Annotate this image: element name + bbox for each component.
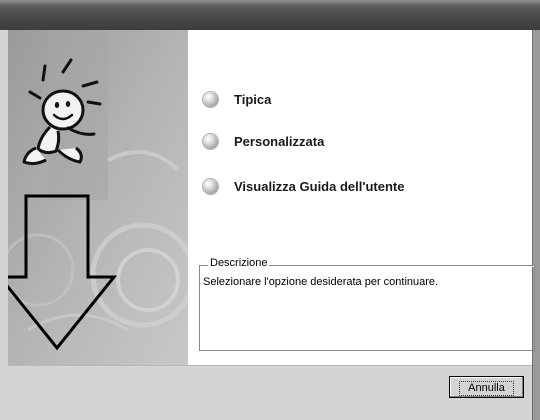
cancel-button[interactable]: Annulla: [449, 376, 524, 398]
description-text: Selezionare l'opzione desiderata per con…: [203, 276, 439, 288]
option-label: Personalizzata: [234, 133, 325, 149]
installer-window: Tipica Personalizzata Visualizza Guida d…: [0, 0, 540, 420]
option-personalizzata[interactable]: Personalizzata: [203, 131, 324, 151]
round-bullet-icon: [203, 178, 218, 194]
install-options: Tipica Personalizzata Visualizza Guida d…: [203, 30, 523, 230]
window-titlebar[interactable]: [0, 0, 540, 30]
option-visualizza-guida[interactable]: Visualizza Guida dell'utente: [203, 176, 404, 196]
description-legend: Descrizione: [208, 257, 270, 269]
description-groupbox: Descrizione Selezionare l'opzione deside…: [199, 257, 535, 351]
option-label: Tipica: [234, 91, 272, 107]
option-label: Visualizza Guida dell'utente: [234, 178, 405, 194]
window-frame-right: [532, 30, 540, 420]
option-tipica[interactable]: Tipica: [203, 89, 271, 109]
cancel-button-label: Annulla: [459, 381, 514, 396]
button-bar: Annulla: [8, 365, 532, 420]
round-bullet-icon: [203, 133, 218, 149]
side-banner-art: [8, 30, 188, 365]
round-bullet-icon: [203, 91, 218, 107]
window-client-area: Tipica Personalizzata Visualizza Guida d…: [8, 30, 535, 365]
